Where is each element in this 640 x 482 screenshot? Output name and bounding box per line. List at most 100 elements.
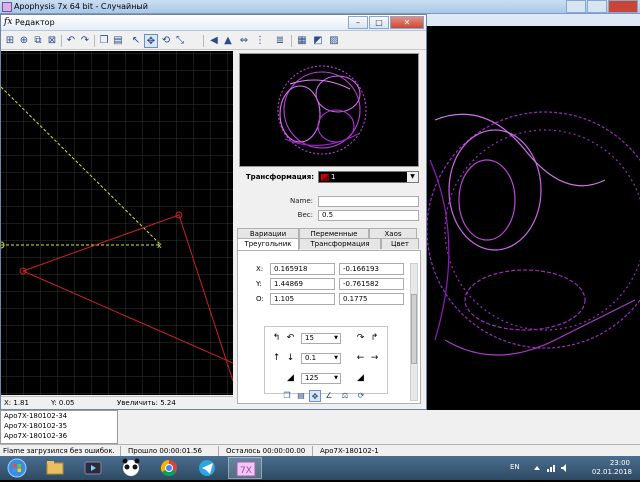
transform-select[interactable]: 1 ▼: [318, 171, 419, 183]
list-item[interactable]: Apo7X-180102-35: [1, 421, 117, 431]
flip-horizontal-icon[interactable]: ◀: [207, 34, 221, 48]
weight-field[interactable]: 0.5: [318, 210, 419, 221]
postxform-icon[interactable]: ◩: [311, 34, 325, 48]
copy-triangle-icon[interactable]: ❐: [281, 390, 293, 402]
transform-selected-value: 1: [331, 173, 336, 181]
add-triangle-icon[interactable]: ⊕: [17, 34, 31, 48]
move-down-icon[interactable]: ↓: [285, 353, 296, 364]
variation-preview-icon[interactable]: ▨: [327, 34, 341, 48]
flame-preview: [239, 53, 419, 167]
duplicate-triangle-icon[interactable]: ⧉: [31, 34, 45, 48]
scale-tool-icon[interactable]: ⚖: [339, 390, 351, 402]
maximize-button[interactable]: [587, 0, 607, 13]
language-indicator[interactable]: EN: [510, 463, 520, 471]
move-mode-icon[interactable]: ✥: [144, 34, 158, 48]
status-message: Flame загрузился без ошибок.: [3, 447, 115, 455]
reference-vertex-marker: x: [157, 241, 162, 250]
coord-row-x: X: 0.165918 -0.166193: [256, 263, 416, 278]
editor-maximize-button[interactable]: □: [369, 16, 389, 29]
scrollbar-thumb[interactable]: [411, 294, 417, 364]
redo-icon[interactable]: ↷: [78, 34, 92, 48]
media-player-icon[interactable]: [76, 457, 110, 479]
editor-close-button[interactable]: ✕: [390, 16, 424, 29]
reset-icon[interactable]: ⟳: [355, 390, 367, 402]
clock-time[interactable]: 23:00: [610, 459, 630, 467]
list-area-blank: [118, 410, 640, 444]
paste-icon[interactable]: ▤: [111, 34, 125, 48]
chevron-down-icon[interactable]: ▼: [332, 354, 340, 363]
tab-transformation[interactable]: Трансформация: [299, 238, 381, 249]
undo-icon[interactable]: ↶: [64, 34, 78, 48]
coord-row-y: Y: 1.44869 -0.761582: [256, 278, 416, 293]
minimize-button[interactable]: [566, 0, 586, 13]
zoom-level: Увеличить: 5.24: [117, 399, 176, 407]
fx-icon: fx: [4, 17, 13, 27]
transform-controls: ↰ ↶ 15 ▼ ↷ ↱ ↑ ↓ 0.1 ▼ ← → ◢ 125 ▼ ◢: [264, 326, 388, 394]
chrome-icon[interactable]: [152, 457, 186, 479]
rotate-angle-select[interactable]: 15 ▼: [301, 333, 341, 344]
move-up-icon[interactable]: ↑: [271, 353, 282, 364]
apophysis-taskbar-icon[interactable]: 7X: [228, 457, 262, 479]
flip-vertical-icon[interactable]: ▲: [221, 34, 235, 48]
move-tool-icon[interactable]: ✥: [309, 390, 321, 402]
tab-triangle[interactable]: Треугольник: [237, 238, 299, 250]
chevron-down-icon[interactable]: ▼: [332, 374, 340, 383]
rotate-left-icon[interactable]: ↶: [285, 333, 296, 344]
coord-o-b-field[interactable]: 0.1775: [339, 293, 404, 305]
cursor-y: Y: 0.05: [51, 399, 75, 407]
rotate-angle-value: 15: [305, 334, 314, 342]
pivot-icon[interactable]: ▦: [295, 34, 309, 48]
move-step-select[interactable]: 0.1 ▼: [301, 353, 341, 364]
volume-icon[interactable]: [560, 463, 570, 473]
close-button[interactable]: [608, 0, 638, 13]
new-triangle-icon[interactable]: ⊞: [3, 34, 17, 48]
copy-icon[interactable]: ❐: [97, 34, 111, 48]
file-explorer-icon[interactable]: [38, 457, 72, 479]
app-statusbar: Flame загрузился без ошибок. Прошло 00:0…: [0, 444, 640, 456]
network-icon[interactable]: [546, 463, 556, 473]
editor-title: Редактор: [15, 18, 55, 27]
rotate-right-90-icon[interactable]: ↱: [369, 333, 380, 344]
coord-y-b-field[interactable]: -0.761582: [339, 278, 404, 290]
triangle-editor-canvas[interactable]: x: [1, 51, 233, 395]
start-button[interactable]: [0, 457, 34, 479]
scale-down-icon[interactable]: ◢: [285, 373, 296, 384]
tab-page-scrollbar[interactable]: [410, 263, 418, 401]
scale-up-icon[interactable]: ◢: [355, 373, 366, 384]
tab-color[interactable]: Цвет: [381, 238, 419, 249]
flame-list[interactable]: Apo7X-180102-34 Apo7X-180102-35 Apo7X-18…: [0, 410, 118, 444]
editor-minimize-button[interactable]: –: [348, 16, 368, 29]
chevron-down-icon[interactable]: ▼: [332, 334, 340, 343]
select-mode-icon[interactable]: ↖: [129, 34, 143, 48]
coord-x-b-field[interactable]: -0.166193: [339, 263, 404, 275]
panda-app-icon[interactable]: [114, 457, 148, 479]
show-hidden-icons-icon[interactable]: [532, 463, 542, 473]
scale-mode-icon[interactable]: ⤡: [173, 34, 187, 48]
list-icon[interactable]: ≣: [273, 34, 287, 48]
paste-triangle-icon[interactable]: ▤: [295, 390, 307, 402]
coord-o-a-field[interactable]: 1.105: [270, 293, 335, 305]
transform-label: Трансформация:: [245, 173, 314, 181]
editor-window: fx Редактор – □ ✕ ⊞ ⊕ ⧉ ⊠ ↶ ↷ ❐ ▤ ↖ ✥ ⟲ …: [0, 14, 427, 410]
clock-date[interactable]: 02.01.2018: [592, 468, 632, 476]
delete-triangle-icon[interactable]: ⊠: [45, 34, 59, 48]
coord-x-a-field[interactable]: 0.165918: [270, 263, 335, 275]
list-item[interactable]: Apo7X-180102-34: [1, 411, 117, 421]
show-grid-icon[interactable]: ⋮: [253, 34, 267, 48]
coord-label: O:: [256, 295, 264, 303]
move-right-icon[interactable]: →: [369, 353, 380, 364]
scale-percent-select[interactable]: 125 ▼: [301, 373, 341, 384]
coord-y-a-field[interactable]: 1.44869: [270, 278, 335, 290]
name-field[interactable]: [318, 196, 419, 207]
triangle-tab-page: X: 0.165918 -0.166193 Y: 1.44869 -0.7615…: [237, 250, 421, 404]
telegram-icon[interactable]: [190, 457, 224, 479]
move-left-icon[interactable]: ←: [355, 353, 366, 364]
chevron-down-icon[interactable]: ▼: [407, 172, 418, 182]
rotate-right-icon[interactable]: ↷: [355, 333, 366, 344]
flip-icon[interactable]: ⇔: [237, 34, 251, 48]
rotate-mode-icon[interactable]: ⟲: [159, 34, 173, 48]
editor-statusbar: X: 1.81 Y: 0.05 Увеличить: 5.24: [1, 396, 233, 409]
rotate-left-90-icon[interactable]: ↰: [271, 333, 282, 344]
list-item[interactable]: Apo7X-180102-36: [1, 431, 117, 441]
rotate-tool-icon[interactable]: ∠: [323, 390, 335, 402]
